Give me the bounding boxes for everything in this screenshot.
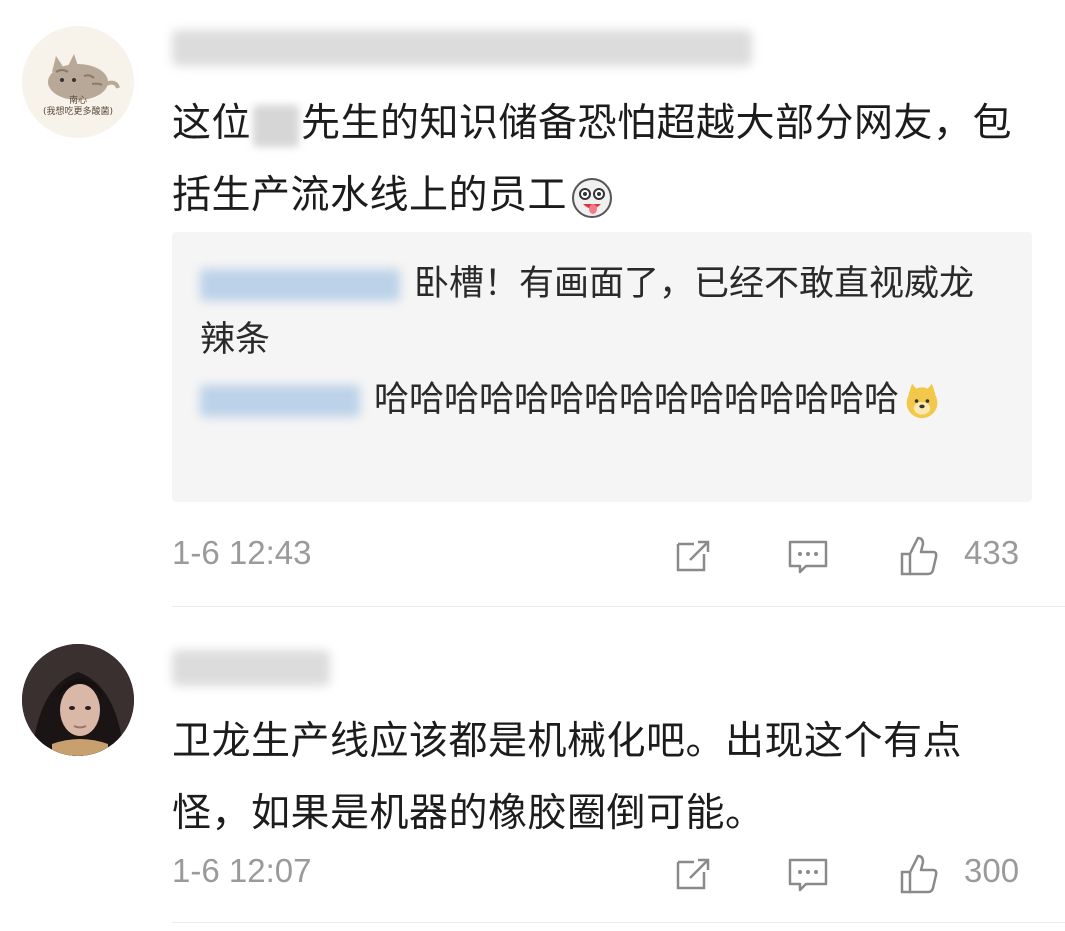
husky-laugh-emoji: [572, 177, 613, 218]
comment-time: 1-6 12:07: [172, 852, 312, 889]
user-avatar[interactable]: 南心 (我想吃更多酸菌): [22, 26, 134, 138]
reply-username-blurred[interactable]: [200, 385, 360, 417]
doge-emoji: [906, 383, 938, 419]
comment-text: 这位 先生的知识储备恐怕超越大部分网友，包括生产流水线上的员工: [172, 101, 1013, 218]
comment-1: 南心 (我想吃更多酸菌) 这位 先生的知识储备恐怕超越大部分网友，包括生产流水线上…: [0, 0, 1065, 606]
cat-avatar-icon: [48, 54, 120, 100]
username-blurred[interactable]: [172, 30, 752, 66]
like-count: 433: [964, 534, 1020, 571]
share-icon[interactable]: [672, 534, 716, 578]
comment-divider: [172, 922, 1065, 923]
share-icon[interactable]: [672, 852, 716, 896]
comment-meta: 1-6 12:43 433: [172, 526, 1032, 586]
thumbs-up-icon[interactable]: [898, 852, 942, 896]
comment-text: 卫龙生产线应该都是机械化吧。出现这个有点怪，如果是机器的橡胶圈倒可能。: [172, 719, 963, 836]
thumbs-up-icon[interactable]: [898, 534, 942, 578]
comment-icon[interactable]: [786, 852, 830, 896]
comment-2: 卫龙生产线应该都是机械化吧。出现这个有点怪，如果是机器的橡胶圈倒可能。 1-6 …: [0, 606, 1065, 931]
redacted-name: [253, 104, 300, 147]
portrait-avatar-icon: [22, 644, 134, 756]
reply-box[interactable]: 卧槽！有画面了，已经不敢直视威龙辣条 哈哈哈哈哈哈哈哈哈哈哈哈哈哈哈: [172, 232, 1032, 502]
user-avatar[interactable]: [22, 644, 134, 756]
avatar-caption: 南心 (我想吃更多酸菌): [42, 96, 114, 117]
comment-icon[interactable]: [786, 534, 830, 578]
comment-time: 1-6 12:43: [172, 534, 312, 571]
username-blurred[interactable]: [172, 650, 330, 686]
like-count: 300: [964, 852, 1020, 889]
reply-item: 卧槽！有画面了，已经不敢直视威龙辣条: [200, 264, 975, 360]
reply-item: 哈哈哈哈哈哈哈哈哈哈哈哈哈哈哈: [200, 372, 990, 428]
reply-username-blurred[interactable]: [200, 269, 400, 301]
comment-meta: 1-6 12:07 300: [172, 844, 1032, 904]
